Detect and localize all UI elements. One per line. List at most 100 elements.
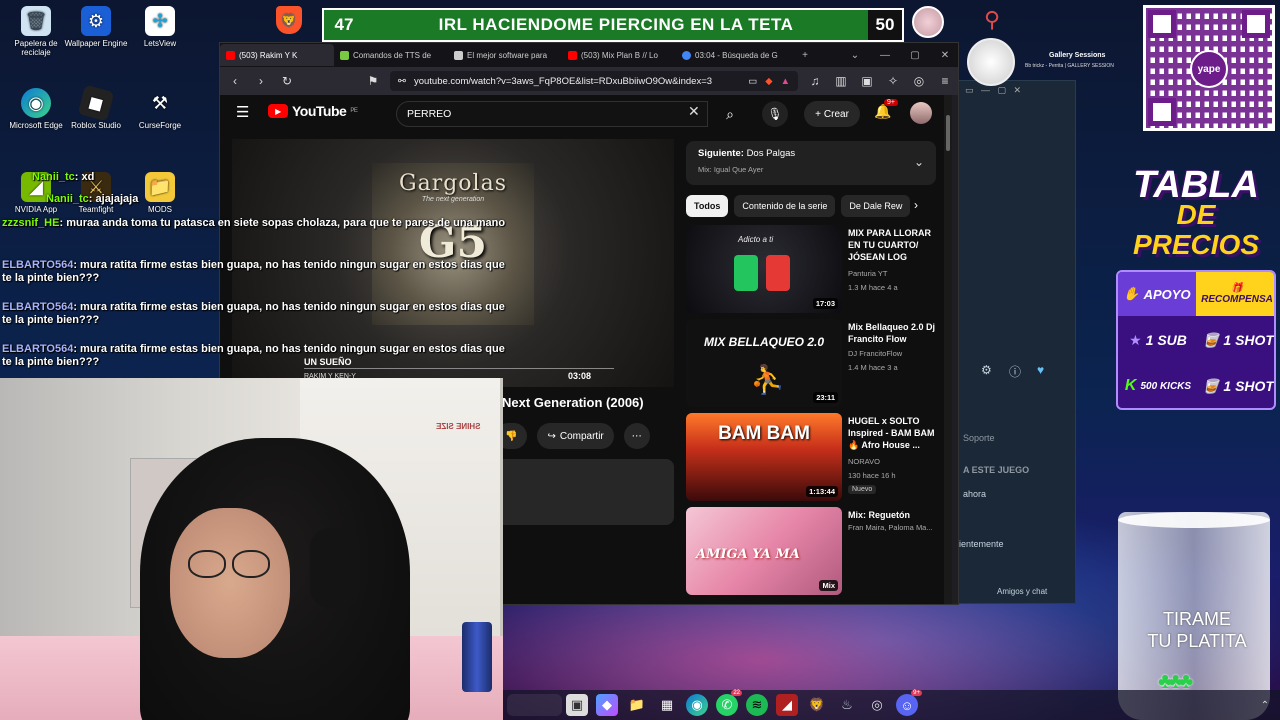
chat-text: : xd: [74, 171, 95, 183]
extensions-icon[interactable]: ✧: [884, 74, 902, 88]
brave-shield-icon[interactable]: ◆: [765, 76, 772, 87]
wallet-icon[interactable]: ▣: [858, 74, 876, 88]
chevron-down-icon[interactable]: ⌄: [914, 155, 924, 169]
video-channel: DJ FrancitoFlow: [848, 349, 903, 358]
tab-list-chevron-icon[interactable]: ⌄: [840, 50, 870, 61]
chips-next-arrow-icon[interactable]: ›: [914, 198, 918, 212]
desktop-icon-wallpaper-engine[interactable]: ⚙ Wallpaper Engine: [60, 6, 132, 48]
whatsapp-badge: 22: [731, 690, 742, 696]
chat-overlay: Nanii_tc: xd Nanii_tc: ajajajaja zzzsnif…: [2, 165, 522, 375]
menu-icon[interactable]: ≡: [936, 74, 954, 88]
shot-glass-icon: 🥃: [1201, 331, 1220, 348]
chat-username: ELBARTO564: [2, 259, 74, 271]
webcam-mirror-text: SHINE SIZE: [436, 422, 481, 431]
search-value: PERREO: [407, 108, 452, 120]
search-input[interactable]: PERREO: [396, 101, 708, 127]
tab-software[interactable]: El mejor software para: [448, 44, 562, 66]
hand-icon: ✋: [1123, 286, 1140, 301]
share-button[interactable]: ↪ Compartir: [537, 423, 614, 449]
tab-youtube-rakim[interactable]: (503) Rakim Y K: [220, 44, 334, 66]
desktop-icon-curseforge[interactable]: ⚒ CurseForge: [124, 88, 196, 131]
now-playing-subtitle: Bb trickz - Perrita | GALLERY SESSION: [1025, 63, 1114, 69]
kick-icon: K: [1124, 377, 1137, 394]
maximize-button[interactable]: ▢: [900, 50, 930, 61]
voice-search-button[interactable]: 🎙: [762, 101, 788, 127]
tab-tts-commands[interactable]: Comandos de TTS de: [334, 44, 448, 66]
youtube-play-icon: ▶: [268, 104, 288, 118]
brave-taskbar-icon[interactable]: 🦁: [806, 694, 828, 716]
qr-corner: [1242, 10, 1270, 38]
file-explorer-icon[interactable]: 📁: [626, 694, 648, 716]
whatsapp-icon[interactable]: ✆ 22: [716, 690, 742, 716]
more-actions-button[interactable]: ⋯: [623, 423, 650, 449]
obs-icon[interactable]: ◎: [866, 694, 888, 716]
price-row: K 500 KICKS 🥃 1 SHOT: [1124, 377, 1274, 394]
steam-friends-button[interactable]: Amigos y chat: [997, 587, 1047, 596]
sidebar-icon[interactable]: ▥: [832, 74, 850, 88]
edge-taskbar-icon[interactable]: ◉: [686, 694, 708, 716]
chip-series[interactable]: Contenido de la serie: [734, 195, 836, 217]
brave-rewards-icon[interactable]: ▲: [781, 76, 790, 87]
steam-settings-icon[interactable]: ⚙: [981, 363, 992, 377]
back-arrow-icon[interactable]: ‹: [226, 74, 244, 88]
brave-icon[interactable]: 🦁: [276, 6, 302, 34]
tab-google-search[interactable]: 03:04 - Búsqueda de G: [676, 44, 790, 66]
hamburger-menu-icon[interactable]: ☰: [236, 103, 249, 121]
tray-chevron-up-icon[interactable]: ⌃: [1254, 694, 1276, 716]
recommendation-item[interactable]: Adicto a ti 17:03 MIX PARA LLORAR EN TU …: [686, 225, 948, 315]
scrollbar[interactable]: [944, 95, 952, 604]
create-button[interactable]: + Crear: [804, 101, 860, 127]
tab-youtube-mix[interactable]: (503) Mix Plan B // Lo: [562, 44, 676, 66]
store-icon[interactable]: ▦: [656, 694, 678, 716]
video-duration: 23:11: [813, 392, 838, 403]
vpn-icon[interactable]: ◎: [910, 74, 928, 88]
scrollbar-thumb[interactable]: [946, 115, 950, 151]
minimize-button[interactable]: —: [870, 50, 900, 61]
video-meta: 1.4 M hace 3 a: [848, 363, 898, 372]
tab-label: El mejor software para: [467, 50, 548, 60]
desktop-icon-roblox-studio[interactable]: ◼ Roblox Studio: [60, 84, 132, 130]
steam-icon[interactable]: ♨: [836, 694, 858, 716]
forward-arrow-icon[interactable]: ›: [252, 74, 270, 88]
steam-support-link[interactable]: Soporte: [963, 433, 995, 443]
steam-info-icon[interactable]: ⓘ: [1009, 363, 1021, 380]
thumbnail-figure: [734, 255, 758, 291]
video-thumbnail: BAM BAM 1:13:44: [686, 413, 842, 501]
new-tab-button[interactable]: +: [790, 50, 820, 61]
shot-glass-icon: 🥃: [1201, 377, 1220, 394]
dota-icon[interactable]: ◢: [776, 694, 798, 716]
clear-search-icon[interactable]: ✕: [688, 103, 700, 120]
reload-icon[interactable]: ↻: [278, 74, 296, 88]
steam-window-controls[interactable]: ▭ — ▢ ✕: [965, 85, 1021, 96]
recommendation-item[interactable]: MIX BELLAQUEO 2.0 ⛹ 23:11 Mix Bellaqueo …: [686, 319, 948, 409]
chip-channel[interactable]: De Dale Rew: [841, 195, 911, 217]
site-info-icon[interactable]: ⚯: [398, 76, 406, 87]
video-title: Mix: Reguetón: [848, 510, 910, 520]
spotify-icon[interactable]: ≋: [746, 694, 768, 716]
google-favicon-icon: [682, 50, 691, 60]
taskbar-search[interactable]: [507, 694, 562, 716]
media-icon[interactable]: ♫: [806, 74, 824, 88]
discord-icon[interactable]: ☺ 9+: [896, 690, 922, 716]
close-window-button[interactable]: ✕: [930, 50, 958, 61]
copilot-icon[interactable]: ◆: [596, 694, 618, 716]
mix-badge: Mix: [819, 580, 838, 591]
desktop-icon-letsview[interactable]: ✣ LetsView: [124, 6, 196, 48]
chip-all[interactable]: Todos: [686, 195, 729, 217]
task-view-icon[interactable]: ▣: [566, 694, 588, 716]
nav-bar: ‹ › ↻ ⚑ ⚯ youtube.com/watch?v=3aws_FqP8O…: [220, 67, 958, 95]
recommendation-item[interactable]: BAM BAM 1:13:44 HUGEL x SOLTO Inspired -…: [686, 413, 948, 503]
screenshot-icon[interactable]: ▭: [748, 76, 757, 87]
chat-text: : muraa anda toma tu patasca en siete so…: [59, 217, 506, 229]
recommendation-item[interactable]: AMIGA YA MA Mix Mix: Reguetón Fran Maira…: [686, 507, 948, 597]
up-next-prefix: Siguiente:: [698, 148, 744, 159]
search-button[interactable]: ⌕: [710, 101, 750, 127]
bookmark-icon[interactable]: ⚑: [364, 74, 382, 88]
steam-favorite-icon[interactable]: ♥: [1037, 363, 1044, 377]
maps-pin-icon[interactable]: ⚲: [978, 6, 1006, 34]
account-avatar[interactable]: [910, 102, 932, 124]
up-next-panel[interactable]: Siguiente: Dos Palgas Mix: Igual Que Aye…: [686, 141, 936, 185]
video-meta: 130 hace 16 h: [848, 471, 896, 480]
youtube-logo[interactable]: ▶ YouTube PE: [268, 103, 358, 119]
url-bar[interactable]: ⚯ youtube.com/watch?v=3aws_FqP8OE&list=R…: [390, 71, 798, 91]
